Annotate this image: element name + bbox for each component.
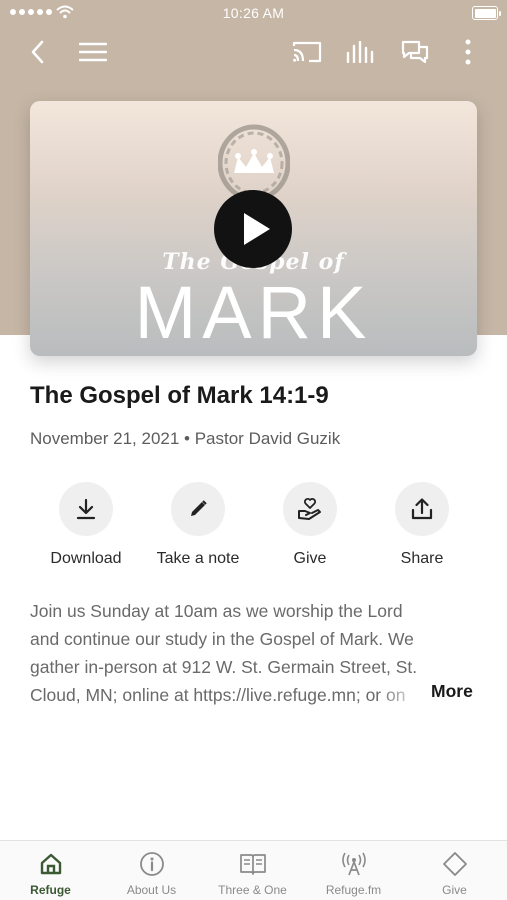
diamond-icon: [441, 850, 469, 878]
download-label: Download: [50, 550, 122, 567]
tab-three-and-one[interactable]: Three & One: [202, 841, 303, 900]
share-button[interactable]: Share: [366, 482, 478, 568]
description-line: Join us Sunday at 10am as we worship the…: [30, 601, 403, 621]
tab-label: Refuge.fm: [325, 883, 382, 897]
give-label: Give: [293, 550, 327, 567]
tab-about-us[interactable]: About Us: [101, 841, 202, 900]
play-button[interactable]: [214, 190, 292, 268]
tab-label: Refuge: [30, 883, 71, 897]
tab-label: Give: [442, 883, 467, 897]
tab-refuge[interactable]: Refuge: [0, 841, 101, 900]
artwork-title: MARK: [134, 271, 373, 354]
info-icon: [138, 850, 166, 878]
action-row: Download Take a note Give Share: [30, 482, 477, 572]
download-icon: [59, 482, 113, 536]
give-button[interactable]: Give: [254, 482, 366, 568]
menu-icon[interactable]: [77, 38, 109, 66]
tab-refuge-fm[interactable]: Refuge.fm: [303, 841, 404, 900]
sermon-artwork: The Gospel of MARK: [30, 101, 477, 356]
bottom-tab-bar: Refuge About Us Three & One Refuge.fm Gi…: [0, 840, 507, 900]
take-note-label: Take a note: [156, 550, 240, 567]
episode-meta: November 21, 2021 • Pastor David Guzik: [30, 429, 341, 448]
top-bar: [0, 28, 507, 76]
home-icon: [37, 850, 65, 878]
more-button[interactable]: More: [431, 681, 473, 702]
description-line: Cloud, MN; online at https://live.refuge…: [30, 685, 406, 705]
download-button[interactable]: Download: [30, 482, 142, 568]
give-heart-hand-icon: [283, 482, 337, 536]
more-vertical-icon[interactable]: [452, 38, 484, 66]
radio-tower-icon: [340, 850, 368, 878]
battery-icon: [472, 6, 501, 20]
episode-title: The Gospel of Mark 14:1-9: [30, 382, 329, 409]
audio-bars-icon[interactable]: [345, 38, 377, 66]
episode-description: Join us Sunday at 10am as we worship the…: [30, 597, 477, 709]
cast-icon[interactable]: [291, 38, 323, 66]
status-bar: 10:26 AM: [0, 0, 507, 28]
description-line: and continue our study in the Gospel of …: [30, 629, 414, 649]
tab-label: About Us: [126, 883, 177, 897]
share-icon: [395, 482, 449, 536]
description-line: gather in-person at 912 W. St. Germain S…: [30, 657, 418, 677]
back-icon[interactable]: [22, 38, 54, 66]
tab-label: Three & One: [218, 883, 287, 897]
book-icon: [239, 850, 267, 878]
pencil-icon: [171, 482, 225, 536]
status-time: 10:26 AM: [222, 5, 285, 21]
tab-give[interactable]: Give: [404, 841, 505, 900]
chat-icon[interactable]: [399, 38, 431, 66]
take-note-button[interactable]: Take a note: [142, 482, 254, 568]
share-label: Share: [400, 550, 444, 567]
